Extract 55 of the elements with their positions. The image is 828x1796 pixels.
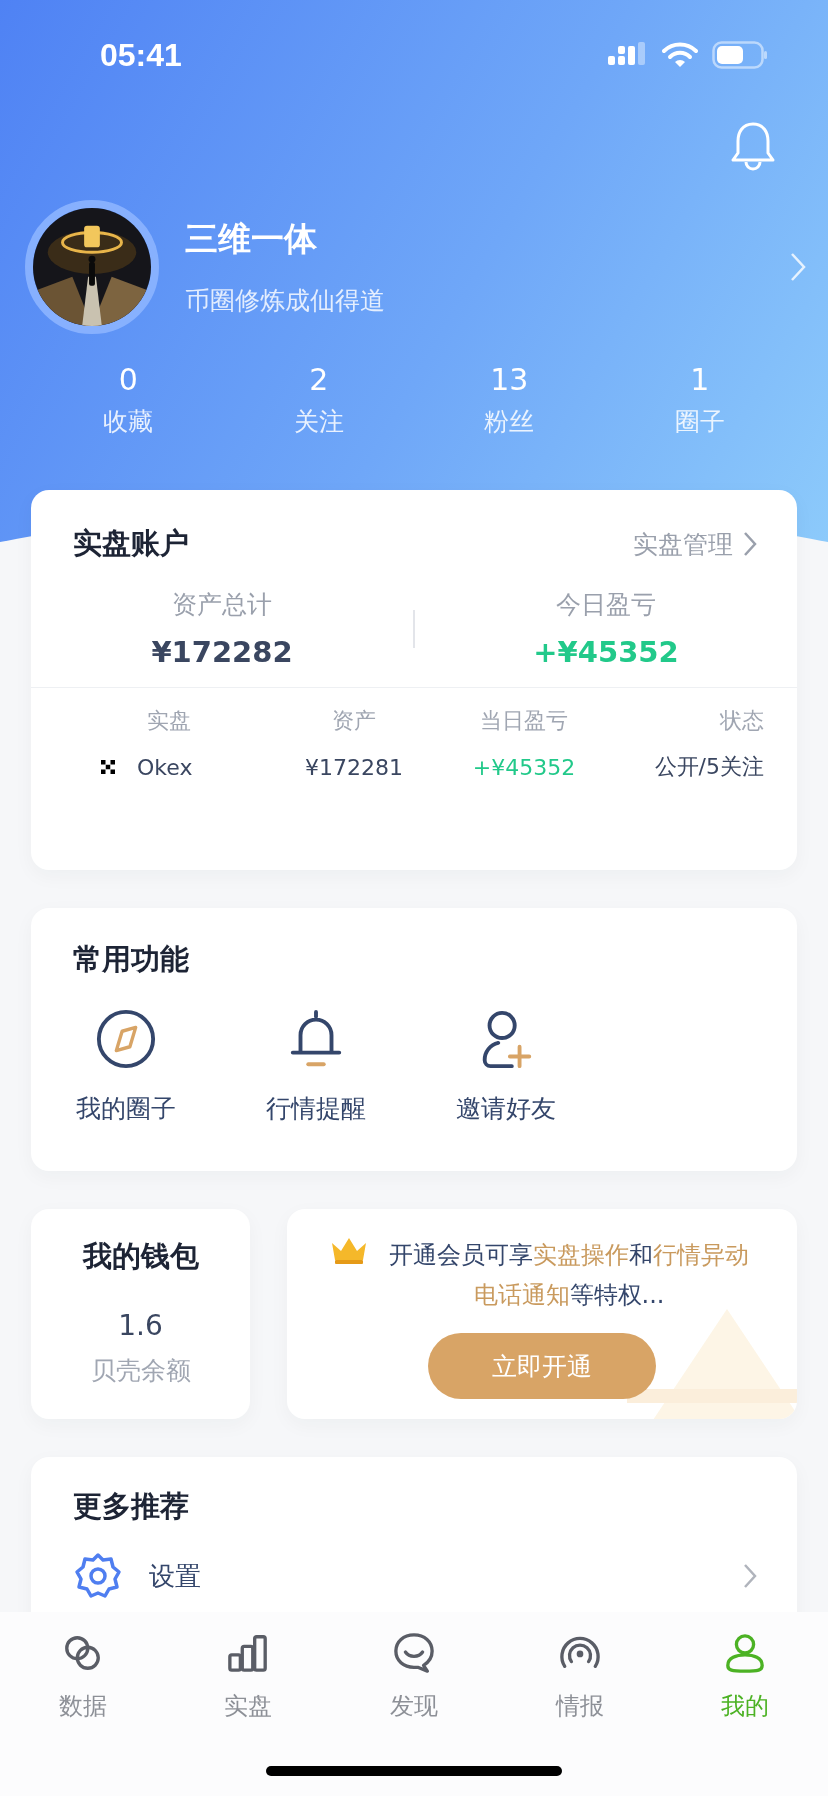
column-header: 实盘 bbox=[146, 707, 192, 735]
membership-promo: 开通会员可享实盘操作和行情异动电话通知等特权... bbox=[388, 1240, 750, 1311]
stat-value[interactable]: 0 bbox=[118, 362, 138, 397]
wallet-card[interactable]: 我的钱包 1.6 贝壳余额 bbox=[31, 1209, 250, 1419]
tab[interactable]: 数据 bbox=[0, 1632, 166, 1722]
card-title: 我的钱包 bbox=[82, 1238, 199, 1275]
stat-label[interactable]: 关注 bbox=[293, 405, 344, 438]
feature-shortcut[interactable]: 我的圈子 bbox=[31, 1008, 221, 1125]
user-bio: 币圈修炼成仙得道 bbox=[185, 285, 386, 317]
tab[interactable]: 情报 bbox=[496, 1632, 663, 1722]
signal-icon bbox=[608, 42, 648, 68]
status-time: 05:41 bbox=[100, 36, 182, 74]
column-header: 状态 bbox=[719, 707, 764, 735]
activate-button[interactable]: 立即开通 bbox=[428, 1333, 656, 1399]
total-value: +¥45352 bbox=[533, 635, 679, 669]
user-name: 三维一体 bbox=[185, 218, 318, 260]
balance-label: 贝壳余额 bbox=[90, 1355, 191, 1387]
total-label: 资产总计 bbox=[172, 589, 272, 621]
stat-value[interactable]: 13 bbox=[490, 362, 529, 397]
compass-icon bbox=[95, 1008, 157, 1070]
table-cell-text: +¥45352 bbox=[471, 754, 577, 780]
battery-icon bbox=[712, 41, 768, 69]
stat-label[interactable]: 粉丝 bbox=[484, 405, 535, 438]
chevron-right-icon bbox=[743, 1563, 757, 1589]
menu-item[interactable]: 设置 bbox=[149, 1558, 743, 1594]
total-label: 今日盈亏 bbox=[556, 589, 656, 621]
tab[interactable]: 实盘 bbox=[165, 1632, 332, 1722]
tab[interactable]: 发现 bbox=[331, 1632, 497, 1722]
manage-link[interactable]: 实盘管理 bbox=[633, 527, 757, 561]
avatar[interactable] bbox=[25, 200, 159, 334]
wifi-icon bbox=[662, 42, 698, 68]
feature-shortcut[interactable]: 邀请好友 bbox=[411, 1008, 601, 1125]
table-cell-text: ¥172281 bbox=[304, 754, 404, 780]
tab[interactable]: 我的 bbox=[662, 1632, 828, 1722]
card-title: 实盘账户 bbox=[73, 525, 189, 562]
stat-value[interactable]: 2 bbox=[309, 362, 329, 397]
notification-bell-icon[interactable] bbox=[730, 121, 776, 171]
card-title: 常用功能 bbox=[73, 941, 189, 978]
table-cell: Okex bbox=[137, 754, 193, 780]
table-cell-text: 公开/5关注 bbox=[653, 753, 764, 781]
person-icon bbox=[724, 1632, 767, 1674]
chat-icon bbox=[393, 1632, 435, 1674]
settings-icon[interactable] bbox=[73, 1551, 123, 1601]
exchange-logo-icon bbox=[101, 760, 115, 774]
column-header: 资产 bbox=[331, 707, 377, 735]
stat-label[interactable]: 圈子 bbox=[674, 405, 725, 438]
wallet-balance: 1.6 bbox=[118, 1309, 163, 1342]
feature-shortcut[interactable]: 行情提醒 bbox=[221, 1008, 411, 1125]
card-title: 更多推荐 bbox=[73, 1488, 189, 1525]
stat-value[interactable]: 1 bbox=[690, 362, 710, 397]
total-value: ¥172282 bbox=[151, 635, 293, 669]
bar-chart-icon bbox=[227, 1632, 270, 1674]
stat-label[interactable]: 收藏 bbox=[103, 405, 154, 438]
chevron-right-icon bbox=[743, 531, 757, 557]
column-header: 当日盈亏 bbox=[479, 707, 569, 735]
